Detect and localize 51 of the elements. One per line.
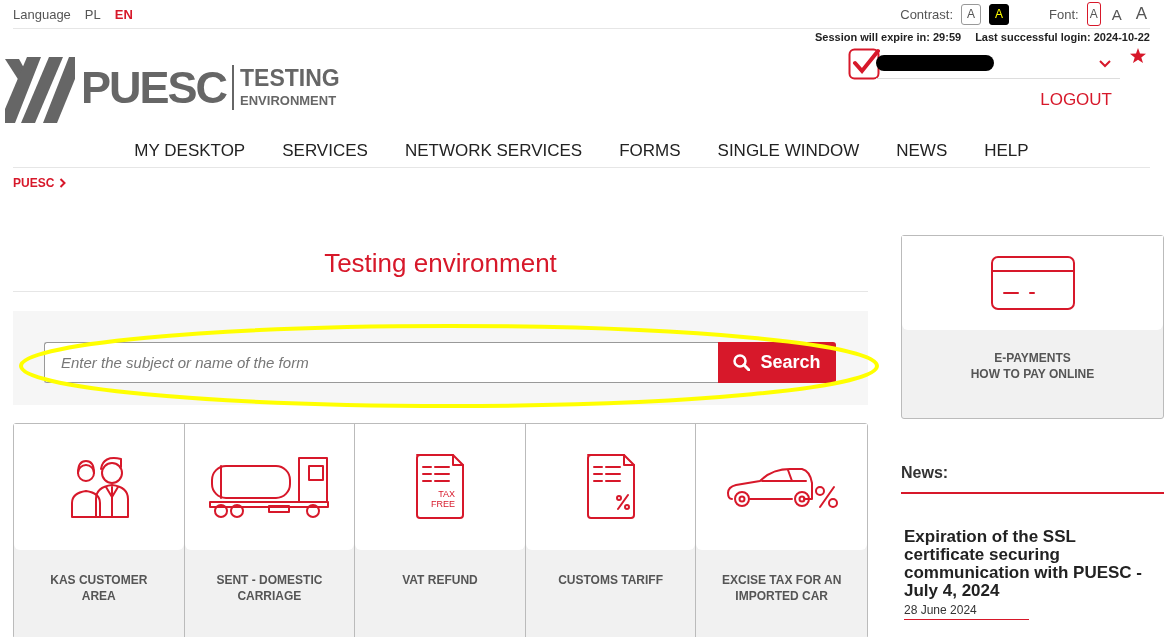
font-size-button[interactable]: A bbox=[1086, 2, 1101, 26]
language-link[interactable]: PL bbox=[84, 6, 101, 22]
nav-link[interactable]: SINGLE WINDOW bbox=[717, 141, 860, 167]
breadcrumb-link[interactable]: PUESC bbox=[13, 176, 55, 190]
truck-icon bbox=[209, 454, 330, 520]
news-date: 28 June 2024 bbox=[904, 603, 1029, 620]
search-button[interactable]: Search bbox=[718, 342, 836, 383]
news-heading: News: bbox=[901, 464, 1164, 494]
logo-name: PUESC bbox=[81, 64, 235, 110]
nav-link[interactable]: NEWS bbox=[896, 141, 948, 167]
nav-link[interactable]: SERVICES bbox=[282, 141, 368, 167]
page-title: Testing environment bbox=[13, 235, 868, 292]
chevron-down-icon bbox=[1098, 58, 1112, 68]
service-tile[interactable]: SENT - DOMESTIC CARRIAGE bbox=[184, 424, 356, 637]
tile-label: KAS CUSTOMER AREA bbox=[49, 572, 149, 604]
checkmark-logo-icon bbox=[848, 48, 880, 80]
star-icon bbox=[1130, 48, 1146, 63]
service-tile[interactable]: KAS CUSTOMER AREA bbox=[14, 424, 185, 637]
search-field[interactable]: Enter the subject or name of the form bbox=[44, 342, 718, 383]
service-tile[interactable]: EXCISE TAX FOR AN IMPORTED CAR bbox=[696, 424, 867, 637]
service-tile[interactable]: TAX FREE VAT REFUND bbox=[355, 424, 526, 637]
nav-link[interactable]: HELP bbox=[984, 141, 1029, 167]
logo-subtitle: ENVIRONMENT bbox=[240, 94, 338, 107]
language-link[interactable]: EN bbox=[114, 6, 133, 22]
contrast-label: Contrast: bbox=[900, 6, 953, 22]
tile-label: VAT REFUND bbox=[401, 572, 479, 588]
chevron-right-icon bbox=[59, 178, 67, 188]
contrast-button[interactable]: A bbox=[989, 3, 1009, 25]
payment-card[interactable]: E-PAYMENTS HOW TO PAY ONLINE bbox=[901, 235, 1164, 419]
news-title[interactable]: Expiration of the SSL certificate securing communication with PUESC - July 4, 2024 bbox=[904, 528, 1154, 600]
font-size-button[interactable]: A bbox=[1108, 2, 1125, 26]
font-label: Font: bbox=[1049, 6, 1079, 22]
language-label: Language bbox=[13, 6, 71, 22]
tax-free-label: TAX FREE bbox=[431, 489, 455, 509]
logout-link[interactable]: LOGOUT bbox=[1040, 90, 1112, 110]
tile-label: CUSTOMS TARIFF bbox=[557, 572, 665, 588]
nav-link[interactable]: NETWORK SERVICES bbox=[404, 141, 583, 167]
card-label: E-PAYMENTS HOW TO PAY ONLINE bbox=[969, 350, 1096, 382]
search-icon bbox=[733, 354, 751, 371]
nav-link[interactable]: FORMS bbox=[619, 141, 681, 167]
tile-label: SENT - DOMESTIC CARRIAGE bbox=[215, 572, 324, 604]
last-login-text: Last successful login: 2024-10-22 bbox=[975, 31, 1150, 43]
session-timer: Session will expire in: 29:59 bbox=[815, 31, 962, 43]
tile-label: EXCISE TAX FOR AN IMPORTED CAR bbox=[721, 572, 843, 604]
contrast-button[interactable]: A bbox=[961, 3, 981, 25]
font-size-button[interactable]: A bbox=[1132, 2, 1150, 26]
nav-link[interactable]: MY DESKTOP bbox=[134, 141, 246, 167]
logo-title: TESTING bbox=[240, 67, 340, 90]
service-tile[interactable]: CUSTOMS TARIFF bbox=[525, 424, 697, 637]
credit-card-icon bbox=[989, 255, 1076, 311]
document-icon bbox=[413, 453, 467, 521]
